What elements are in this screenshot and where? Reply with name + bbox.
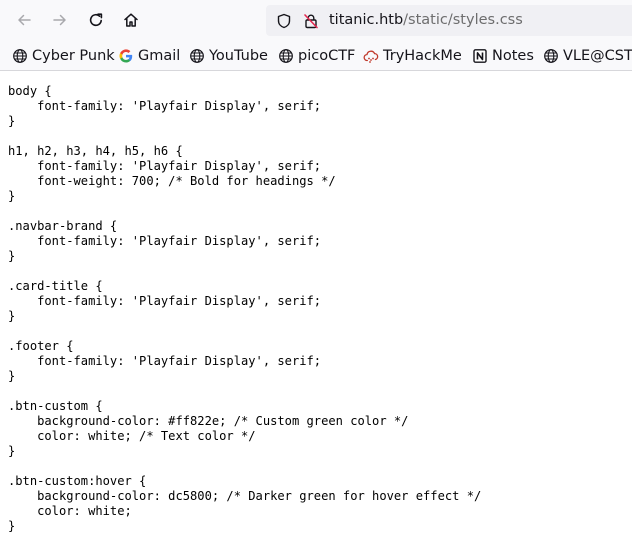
globe-icon: [12, 48, 28, 64]
globe-icon: [543, 48, 559, 64]
address-bar[interactable]: titanic.htb/static/styles.css: [266, 5, 632, 36]
google-icon: [118, 48, 134, 64]
insecure-lock-icon[interactable]: [302, 12, 319, 29]
reload-icon: [89, 13, 103, 27]
bookmark-youtube[interactable]: YouTube: [189, 47, 268, 65]
bookmark-label: TryHackMe: [383, 48, 462, 64]
browser-toolbar: titanic.htb/static/styles.css: [0, 0, 632, 40]
bookmark-label: Cyber Punk: [32, 48, 115, 64]
url-host: titanic.htb: [329, 12, 404, 28]
bookmark-notes[interactable]: Notes: [472, 47, 534, 65]
bookmark-label: picoCTF: [298, 48, 356, 64]
css-source-text: body { font-family: 'Playfair Display', …: [8, 84, 482, 533]
home-icon: [124, 13, 138, 27]
url-text[interactable]: titanic.htb/static/styles.css: [329, 12, 523, 29]
bookmarks-toolbar: Cyber Punk Gmail YouTube picoCTF TryHack…: [0, 40, 632, 71]
url-path: /static/styles.css: [403, 12, 523, 28]
bookmark-label: Gmail: [138, 48, 181, 64]
bookmark-label: VLE@CST: [563, 48, 632, 64]
arrow-right-icon: [53, 14, 66, 26]
bookmark-label: YouTube: [209, 48, 268, 64]
globe-icon: [278, 48, 294, 64]
bookmark-label: Notes: [492, 48, 534, 64]
arrow-left-icon: [18, 14, 31, 26]
forward-button[interactable]: [46, 6, 74, 34]
bookmark-vle-cst[interactable]: VLE@CST: [543, 47, 632, 65]
bookmark-cyber-punk[interactable]: Cyber Punk: [12, 47, 115, 65]
bookmark-picoctf[interactable]: picoCTF: [278, 47, 355, 65]
page-content: body { font-family: 'Playfair Display', …: [8, 84, 628, 555]
notion-icon: [472, 48, 488, 64]
home-button[interactable]: [117, 6, 145, 34]
bookmark-tryhackme[interactable]: TryHackMe: [363, 47, 462, 65]
shield-icon[interactable]: [275, 12, 292, 29]
back-button[interactable]: [10, 6, 38, 34]
globe-icon: [189, 48, 205, 64]
reload-button[interactable]: [82, 6, 110, 34]
bookmark-gmail[interactable]: Gmail: [118, 47, 180, 65]
cloud-icon: [363, 48, 379, 64]
